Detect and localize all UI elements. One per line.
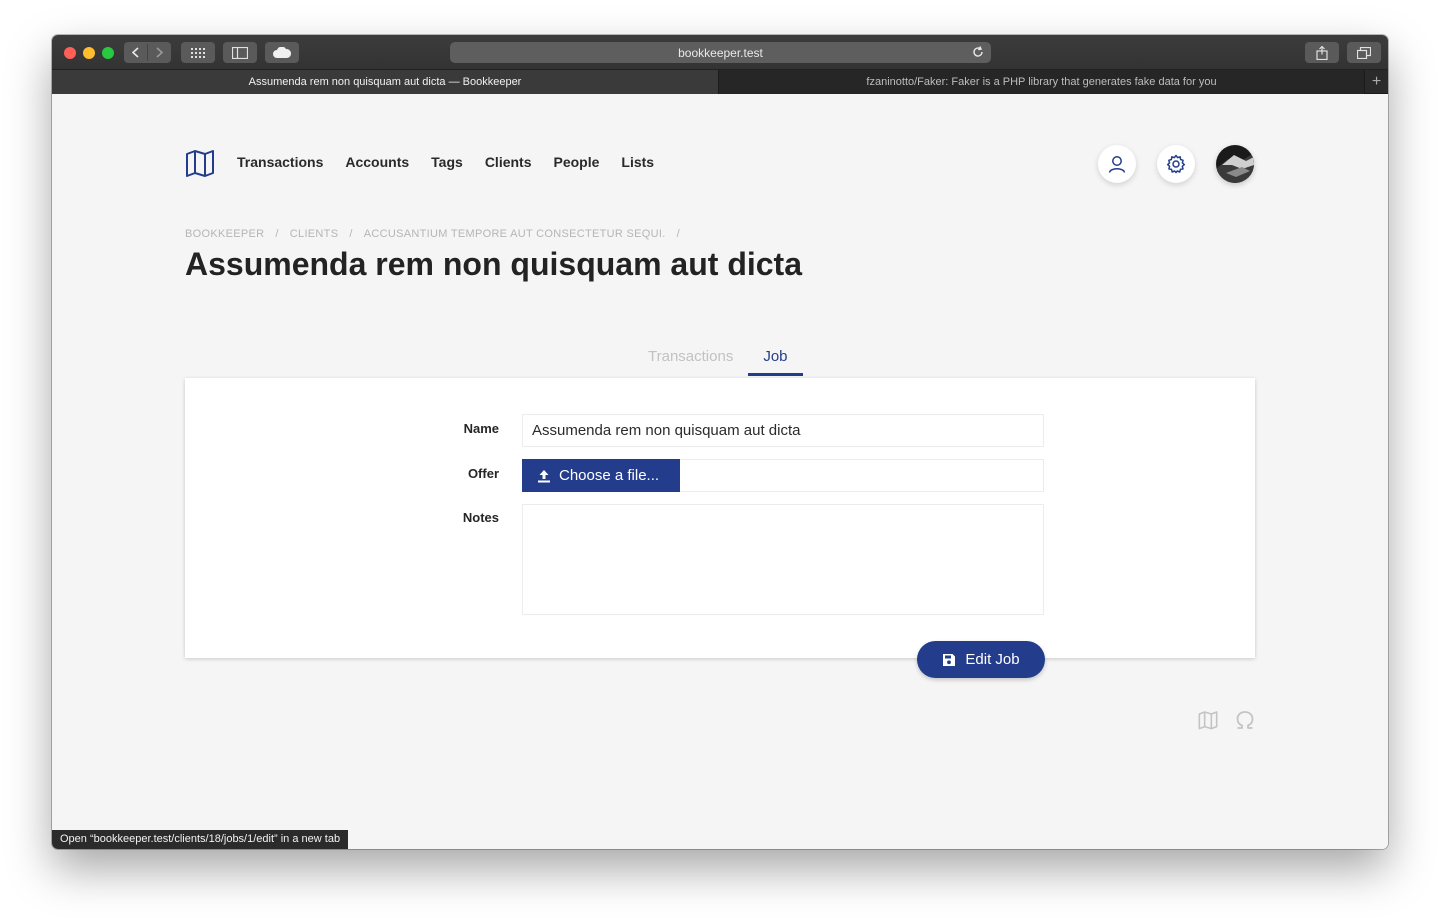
map-icon[interactable] xyxy=(1198,710,1218,730)
nav-clients[interactable]: Clients xyxy=(485,154,532,170)
cloud-icon xyxy=(273,46,291,58)
save-icon xyxy=(943,653,956,666)
breadcrumb-bookkeeper[interactable]: Bookkeeper xyxy=(185,228,264,240)
profile-button[interactable] xyxy=(1098,145,1136,183)
icloud-tabs-button[interactable] xyxy=(265,42,299,63)
nav-lists[interactable]: Lists xyxy=(621,154,654,170)
browser-tab-faker[interactable]: fzaninotto/Faker: Faker is a PHP library… xyxy=(719,70,1365,94)
nav-accounts[interactable]: Accounts xyxy=(345,154,409,170)
page-content: Transactions Accounts Tags Clients Peopl… xyxy=(52,94,1388,849)
nav-transactions[interactable]: Transactions xyxy=(237,154,323,170)
page-title: Assumenda rem non quisquam aut dicta xyxy=(185,246,802,282)
app-logo[interactable] xyxy=(185,148,215,183)
page-tabs: Transactions Job xyxy=(633,342,803,376)
tab-job[interactable]: Job xyxy=(748,342,803,376)
sidebar-toggle-button[interactable] xyxy=(223,42,257,63)
notes-label: Notes xyxy=(462,510,499,525)
edit-job-button[interactable]: Edit Job xyxy=(917,641,1045,678)
back-forward-buttons[interactable] xyxy=(124,42,171,63)
new-tab-button[interactable]: + xyxy=(1365,70,1388,94)
avatar-image xyxy=(1216,145,1254,183)
browser-tab-bar: Assumenda rem non quisquam aut dicta — B… xyxy=(52,70,1388,94)
gear-icon xyxy=(1166,154,1186,174)
job-form-card: Name Offer Choose a file... Notes xyxy=(185,378,1255,658)
address-bar[interactable]: bookkeeper.test xyxy=(450,42,991,63)
browser-window: bookkeeper.test Assumenda rem non quisqu… xyxy=(52,35,1388,849)
back-forward-icon xyxy=(131,44,164,61)
tabs-icon xyxy=(1357,46,1371,59)
zoom-window-button[interactable] xyxy=(102,47,114,59)
choose-file-button[interactable]: Choose a file... xyxy=(522,459,680,492)
avatar[interactable] xyxy=(1216,145,1254,183)
main-nav: Transactions Accounts Tags Clients Peopl… xyxy=(237,154,676,170)
share-icon xyxy=(1316,45,1328,60)
url-text: bookkeeper.test xyxy=(678,45,763,60)
breadcrumb-clients[interactable]: Clients xyxy=(290,228,339,240)
close-window-button[interactable] xyxy=(64,47,76,59)
user-icon xyxy=(1108,156,1126,173)
browser-tab-active[interactable]: Assumenda rem non quisquam aut dicta — B… xyxy=(52,70,719,94)
share-button[interactable] xyxy=(1305,42,1339,63)
tab-overview-button[interactable] xyxy=(181,42,215,63)
browser-titlebar: bookkeeper.test xyxy=(52,35,1388,70)
choose-file-label: Choose a file... xyxy=(559,467,660,484)
sidebar-icon xyxy=(232,46,248,59)
status-bar: Open “bookkeeper.test/clients/18/jobs/1/… xyxy=(52,830,349,849)
breadcrumb-client[interactable]: Accusantium tempore aut consectetur sequ… xyxy=(364,228,666,240)
name-label: Name xyxy=(463,421,499,436)
show-all-tabs-button[interactable] xyxy=(1347,42,1381,63)
notes-textarea[interactable] xyxy=(522,504,1044,615)
minimize-window-button[interactable] xyxy=(83,47,95,59)
edit-job-label: Edit Job xyxy=(965,651,1020,668)
breadcrumb: Bookkeeper / Clients / Accusantium tempo… xyxy=(185,228,691,240)
reload-icon[interactable] xyxy=(971,45,985,59)
name-input[interactable] xyxy=(522,414,1044,447)
nav-people[interactable]: People xyxy=(554,154,600,170)
omega-icon[interactable] xyxy=(1235,710,1255,730)
map-icon xyxy=(186,150,214,177)
upload-icon xyxy=(538,469,550,482)
breadcrumb-separator: / xyxy=(676,228,680,240)
breadcrumb-separator: / xyxy=(349,228,353,240)
settings-button[interactable] xyxy=(1157,145,1195,183)
tab-transactions[interactable]: Transactions xyxy=(633,342,748,375)
grid-icon xyxy=(191,47,205,58)
offer-file-input[interactable]: Choose a file... xyxy=(522,459,1044,492)
breadcrumb-separator: / xyxy=(275,228,279,240)
offer-label: Offer xyxy=(467,466,499,481)
nav-tags[interactable]: Tags xyxy=(431,154,463,170)
